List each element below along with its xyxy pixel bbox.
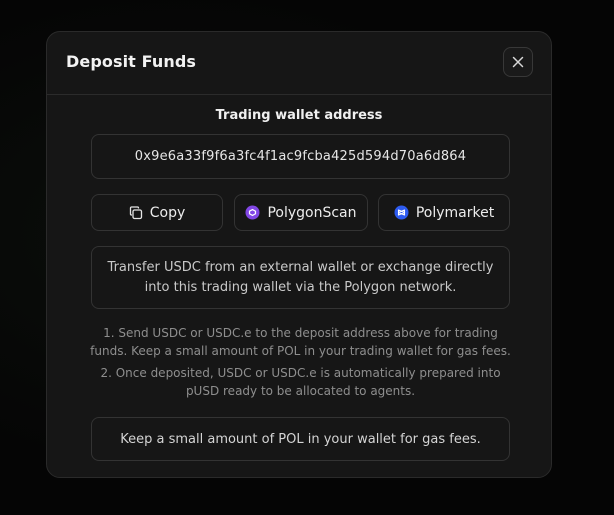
transfer-info-box: Transfer USDC from an external wallet or…: [91, 246, 510, 309]
copy-button-label: Copy: [149, 204, 186, 221]
step-item: 1. Send USDC or USDC.e to the deposit ad…: [90, 326, 511, 358]
polymarket-button[interactable]: Polymarket: [378, 194, 510, 231]
modal-header: Deposit Funds: [47, 32, 551, 95]
action-buttons: Copy PolygonScan Polymarket: [91, 194, 510, 231]
polygonscan-button-label: PolygonScan: [267, 204, 357, 221]
deposit-steps: 1. Send USDC or USDC.e to the deposit ad…: [87, 324, 514, 404]
polymarket-button-label: Polymarket: [415, 204, 495, 221]
step-item: 2. Once deposited, USDC or USDC.e is aut…: [100, 366, 501, 398]
polygonscan-button[interactable]: PolygonScan: [234, 194, 368, 231]
wallet-address-field[interactable]: 0x9e6a33f9f6a3fc4f1ac9fcba425d594d70a6d8…: [91, 134, 510, 179]
modal-title: Deposit Funds: [66, 52, 196, 71]
polymarket-icon: [394, 205, 409, 220]
close-icon: [512, 56, 524, 68]
wallet-address-label: Trading wallet address: [215, 108, 383, 123]
gas-fee-note: Keep a small amount of POL in your walle…: [91, 417, 510, 461]
deposit-funds-modal: Deposit Funds Trading wallet address 0x9…: [46, 31, 552, 478]
copy-icon: [129, 205, 143, 220]
close-button[interactable]: [503, 47, 533, 77]
polygonscan-icon: [245, 205, 260, 220]
copy-button[interactable]: Copy: [91, 194, 223, 231]
